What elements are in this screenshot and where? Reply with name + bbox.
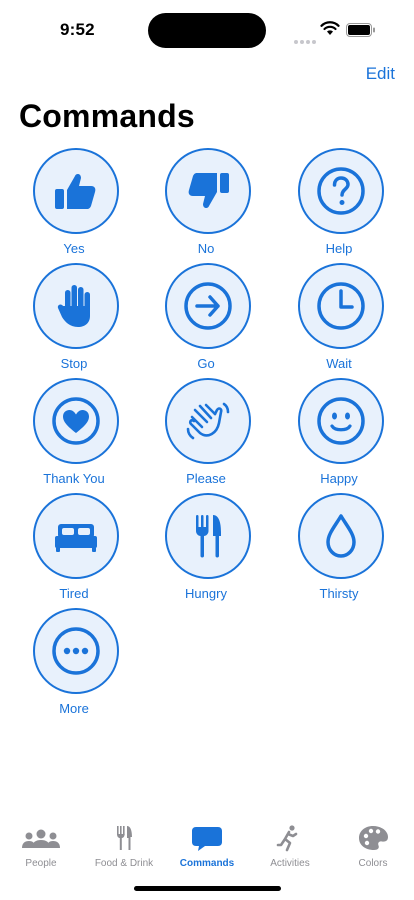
command-label: Tired	[59, 586, 89, 601]
command-tired[interactable]: Tired	[16, 493, 136, 603]
command-circle	[33, 378, 119, 464]
command-circle	[33, 493, 119, 579]
tab-people[interactable]: People	[0, 824, 82, 869]
tab-label: Colors	[358, 858, 388, 869]
command-hungry[interactable]: Hungry	[148, 493, 268, 603]
command-please[interactable]: Please	[148, 378, 268, 488]
command-label: Thirsty	[319, 586, 359, 601]
command-label: Please	[186, 471, 226, 486]
command-help[interactable]: Help	[281, 148, 401, 258]
edit-button[interactable]: Edit	[366, 64, 395, 84]
command-no[interactable]: No	[148, 148, 268, 258]
command-label: Go	[197, 356, 215, 371]
tab-label: Commands	[179, 858, 235, 869]
command-circle	[165, 263, 251, 349]
smiley-icon	[317, 397, 365, 445]
command-circle	[165, 148, 251, 234]
command-label: No	[197, 241, 215, 256]
command-circle	[33, 263, 119, 349]
ellipsis-icon	[52, 627, 100, 675]
fork-knife-icon	[196, 515, 221, 558]
tab-commands[interactable]: Commands	[166, 824, 248, 869]
command-thank-you[interactable]: Thank You	[16, 378, 136, 488]
command-label: Yes	[63, 241, 85, 256]
heart-icon	[52, 397, 100, 445]
command-label: Hungry	[185, 586, 227, 601]
command-stop[interactable]: Stop	[16, 263, 136, 373]
page-title: Commands	[19, 98, 195, 134]
command-circle	[33, 148, 119, 234]
status-bar: 9:52	[0, 0, 414, 56]
thumbs-down-icon	[188, 173, 229, 209]
thumbs-up-icon	[55, 173, 96, 209]
command-label: Stop	[60, 356, 88, 371]
status-time: 9:52	[60, 20, 95, 39]
command-more[interactable]: More	[16, 608, 136, 718]
command-go[interactable]: Go	[148, 263, 268, 373]
command-thirsty[interactable]: Thirsty	[281, 493, 401, 603]
tab-activities[interactable]: Activities	[249, 824, 331, 869]
running-icon	[276, 825, 298, 852]
palette-icon	[359, 826, 388, 850]
speech-bubble-icon	[192, 827, 222, 851]
tab-food-drink[interactable]: Food & Drink	[83, 824, 165, 869]
cellular-signal-icon	[294, 31, 318, 49]
people-icon	[22, 829, 60, 848]
command-circle	[298, 148, 384, 234]
tab-label: People	[25, 858, 57, 869]
command-happy[interactable]: Happy	[281, 378, 401, 488]
command-circle	[298, 493, 384, 579]
waving-hands-icon	[186, 402, 230, 440]
tab-label: Food & Drink	[94, 858, 154, 869]
command-wait[interactable]: Wait	[281, 263, 401, 373]
tab-colors[interactable]: Colors	[332, 824, 414, 869]
command-label: More	[59, 701, 89, 716]
command-label: Wait	[326, 356, 352, 371]
tab-label: Activities	[270, 858, 310, 869]
battery-icon	[346, 23, 375, 37]
drop-icon	[326, 514, 356, 558]
question-icon	[317, 167, 365, 215]
hand-stop-icon	[57, 285, 90, 327]
command-label: Help	[325, 241, 353, 256]
bed-icon	[55, 524, 97, 552]
clock-icon	[317, 282, 365, 330]
command-label: Thank You	[43, 471, 105, 486]
home-indicator	[134, 886, 281, 891]
command-circle	[298, 263, 384, 349]
arrow-right-icon	[184, 282, 232, 330]
fork-knife-icon	[117, 826, 132, 850]
command-circle	[165, 493, 251, 579]
command-circle	[298, 378, 384, 464]
command-circle	[33, 608, 119, 694]
command-circle	[165, 378, 251, 464]
dynamic-island	[148, 13, 266, 48]
command-label: Happy	[320, 471, 358, 486]
command-yes[interactable]: Yes	[16, 148, 136, 258]
wifi-icon	[320, 21, 340, 35]
